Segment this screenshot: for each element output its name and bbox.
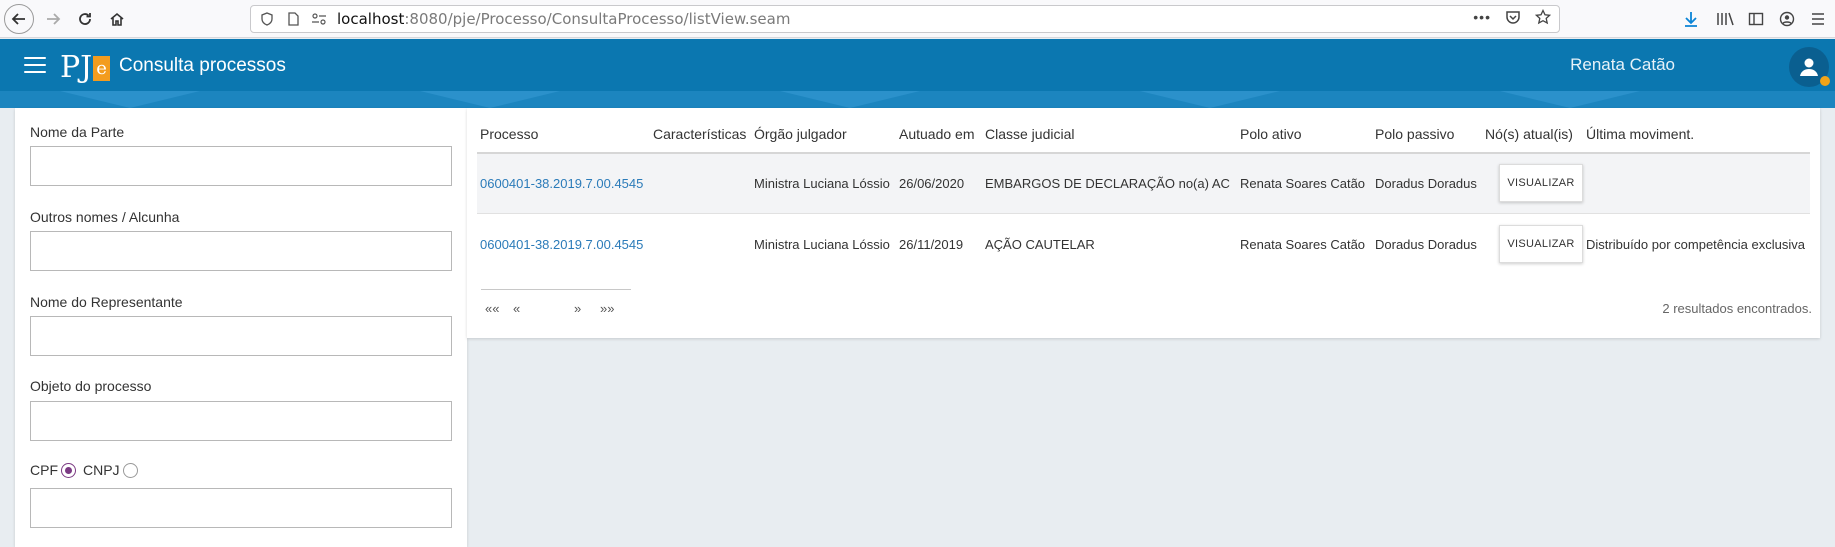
col-header-ultima[interactable]: Última moviment. [1586,126,1694,142]
polo-ativo-cell: Renata Soares Catão [1240,237,1366,252]
outros-nomes-input[interactable] [30,231,452,271]
polo-passivo-cell: Doradus Doradus [1375,176,1477,191]
pocket-icon[interactable] [1505,9,1521,25]
reload-icon [79,13,91,25]
browser-toolbar: localhost:8080/pje/Processo/ConsultaProc… [0,0,1835,38]
url-bar[interactable]: localhost:8080/pje/Processo/ConsultaProc… [250,5,1560,33]
url-host: localhost [337,10,405,28]
col-header-caracteristicas[interactable]: Características [653,126,746,142]
processo-link[interactable]: 0600401-38.2019.7.00.4545 [480,237,643,252]
col-header-polo-passivo[interactable]: Polo passivo [1375,126,1454,142]
bookmark-star-icon[interactable] [1535,9,1551,25]
arrow-left-icon [11,13,25,25]
table-row: 0600401-38.2019.7.00.4545 Ministra Lucia… [477,215,1810,275]
results-panel: Processo Características Órgão julgador … [467,108,1820,338]
filter-panel: Nome da Parte Outros nomes / Alcunha Nom… [15,108,467,547]
pager-last-button[interactable]: »» [600,301,614,316]
menu-toggle-button[interactable] [24,57,46,73]
home-button[interactable] [102,4,132,34]
sidebar-icon[interactable] [1745,8,1767,30]
page-icon [283,12,303,26]
classe-cell: AÇÃO CAUTELAR [985,237,1095,252]
pager-first-button[interactable]: «« [485,301,499,316]
cnpj-radio[interactable] [122,462,138,478]
col-header-polo-ativo[interactable]: Polo ativo [1240,126,1301,142]
autuado-cell: 26/06/2020 [899,176,965,191]
permissions-icon [309,12,329,26]
library-icon[interactable] [1714,8,1736,30]
header-decoration-band [0,91,1835,108]
objeto-label: Objeto do processo [30,378,152,394]
doc-type-radio-group: CPF CNPJ [30,462,138,478]
ultima-moviment-cell: Distribuído por competência exclusiva [1586,237,1805,252]
user-icon [1800,58,1818,76]
page-title: Consulta processos [119,55,286,76]
table-row: 0600401-38.2019.7.00.4545 Ministra Lucia… [477,154,1810,214]
autuado-cell: 26/11/2019 [899,237,964,252]
page-actions-icon[interactable]: ••• [1473,9,1491,25]
visualizar-button[interactable]: VISUALIZAR [1499,164,1583,202]
reload-button[interactable] [70,4,100,34]
nome-parte-label: Nome da Parte [30,124,125,140]
avatar[interactable] [1789,47,1830,87]
url-text: localhost:8080/pje/Processo/ConsultaProc… [337,10,790,28]
result-count: 2 resultados encontrados. [1662,301,1812,316]
processo-link[interactable]: 0600401-38.2019.7.00.4545 [480,176,643,191]
nome-parte-input[interactable] [30,146,452,186]
cpf-label: CPF [30,462,58,478]
polo-ativo-cell: Renata Soares Catão [1240,176,1366,191]
col-header-autuado[interactable]: Autuado em [899,126,975,142]
outros-nomes-label: Outros nomes / Alcunha [30,209,180,225]
logo-accent: e [93,56,110,81]
url-actions: ••• [1473,9,1551,25]
cpf-radio[interactable] [61,462,76,478]
arrow-right-icon [47,13,61,25]
polo-passivo-cell: Doradus Doradus [1375,237,1477,252]
orgao-cell: Ministra Luciana Lóssio [754,237,890,252]
back-button[interactable] [4,4,34,34]
forward-button[interactable] [38,4,68,34]
pager-prev-button[interactable]: « [513,301,520,316]
col-header-classe[interactable]: Classe judicial [985,126,1074,142]
orgao-cell: Ministra Luciana Lóssio [754,176,890,191]
visualizar-button[interactable]: VISUALIZAR [1499,225,1583,263]
app-menu-icon[interactable] [1807,8,1829,30]
col-header-orgao[interactable]: Órgão julgador [754,126,847,142]
logo-text: PJ [60,50,93,85]
download-icon[interactable] [1680,8,1702,30]
cpf-input[interactable] [30,488,452,528]
objeto-input[interactable] [30,401,452,441]
col-header-processo[interactable]: Processo [480,126,538,142]
col-header-no-atual[interactable]: Nó(s) atual(is) [1485,126,1573,142]
representante-label: Nome do Representante [30,294,183,310]
pje-logo[interactable]: PJ e [60,47,110,83]
account-icon[interactable] [1776,8,1798,30]
representante-input[interactable] [30,316,452,356]
pager-divider [481,289,631,290]
notification-dot [1820,76,1830,86]
user-name[interactable]: Renata Catão [1570,55,1675,75]
cnpj-label: CNPJ [83,462,120,478]
pager-next-button[interactable]: » [574,301,581,316]
classe-cell: EMBARGOS DE DECLARAÇÃO no(a) AC [985,176,1230,191]
home-icon [110,12,124,26]
shield-icon [257,12,277,26]
url-path: :8080/pje/Processo/ConsultaProcesso/list… [404,10,791,28]
